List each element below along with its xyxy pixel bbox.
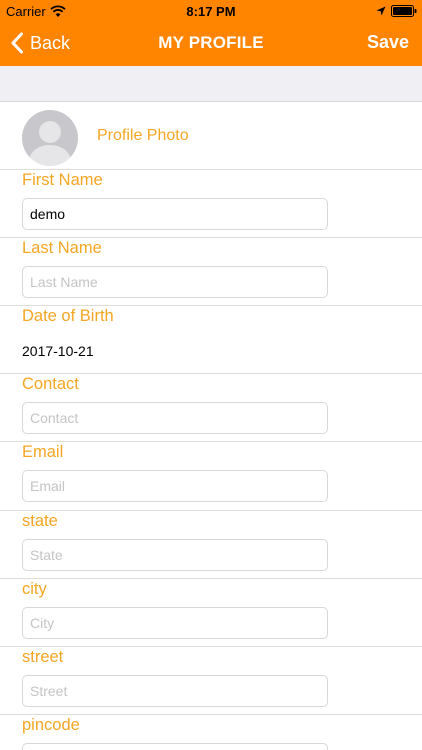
street-field: street (0, 646, 422, 714)
pincode-field: pincode (0, 714, 422, 750)
email-input[interactable] (22, 470, 328, 502)
header: Carrier 8:17 PM Back MY PROFILE Save (0, 0, 422, 66)
state-field: state (0, 510, 422, 578)
pincode-input[interactable] (22, 743, 328, 750)
contact-input[interactable] (22, 402, 328, 434)
location-arrow-icon (376, 6, 386, 16)
avatar[interactable] (22, 110, 78, 166)
street-label: street (22, 648, 64, 666)
first-name-label: First Name (22, 171, 103, 189)
contact-label: Contact (22, 375, 79, 393)
page-title: MY PROFILE (158, 33, 264, 52)
profile-photo-label[interactable]: Profile Photo (97, 127, 189, 145)
navigation-bar: Back MY PROFILE Save (0, 22, 422, 66)
email-label: Email (22, 443, 64, 461)
profile-photo-row[interactable]: Profile Photo (0, 102, 422, 169)
status-time: 8:17 PM (186, 4, 236, 19)
last-name-field: Last Name (0, 237, 422, 305)
email-field: Email (0, 441, 422, 509)
date-of-birth-label: Date of Birth (22, 307, 114, 325)
city-field: city (0, 578, 422, 646)
first-name-field: First Name (0, 169, 422, 237)
last-name-label: Last Name (22, 239, 102, 257)
city-label: city (22, 580, 47, 598)
save-button[interactable]: Save (367, 32, 409, 53)
city-input[interactable] (22, 607, 328, 639)
status-bar: Carrier 8:17 PM (0, 0, 422, 22)
pincode-label: pincode (22, 716, 80, 734)
date-of-birth-value[interactable]: 2017-10-21 (22, 343, 94, 359)
last-name-input[interactable] (22, 266, 328, 298)
avatar-placeholder-icon (28, 121, 72, 166)
street-input[interactable] (22, 675, 328, 707)
section-spacer (0, 66, 422, 102)
state-input[interactable] (22, 539, 328, 571)
battery-icon (391, 5, 417, 17)
first-name-input[interactable] (22, 198, 328, 230)
contact-field: Contact (0, 373, 422, 441)
date-of-birth-field: Date of Birth 2017-10-21 (0, 305, 422, 373)
state-label: state (22, 512, 58, 530)
